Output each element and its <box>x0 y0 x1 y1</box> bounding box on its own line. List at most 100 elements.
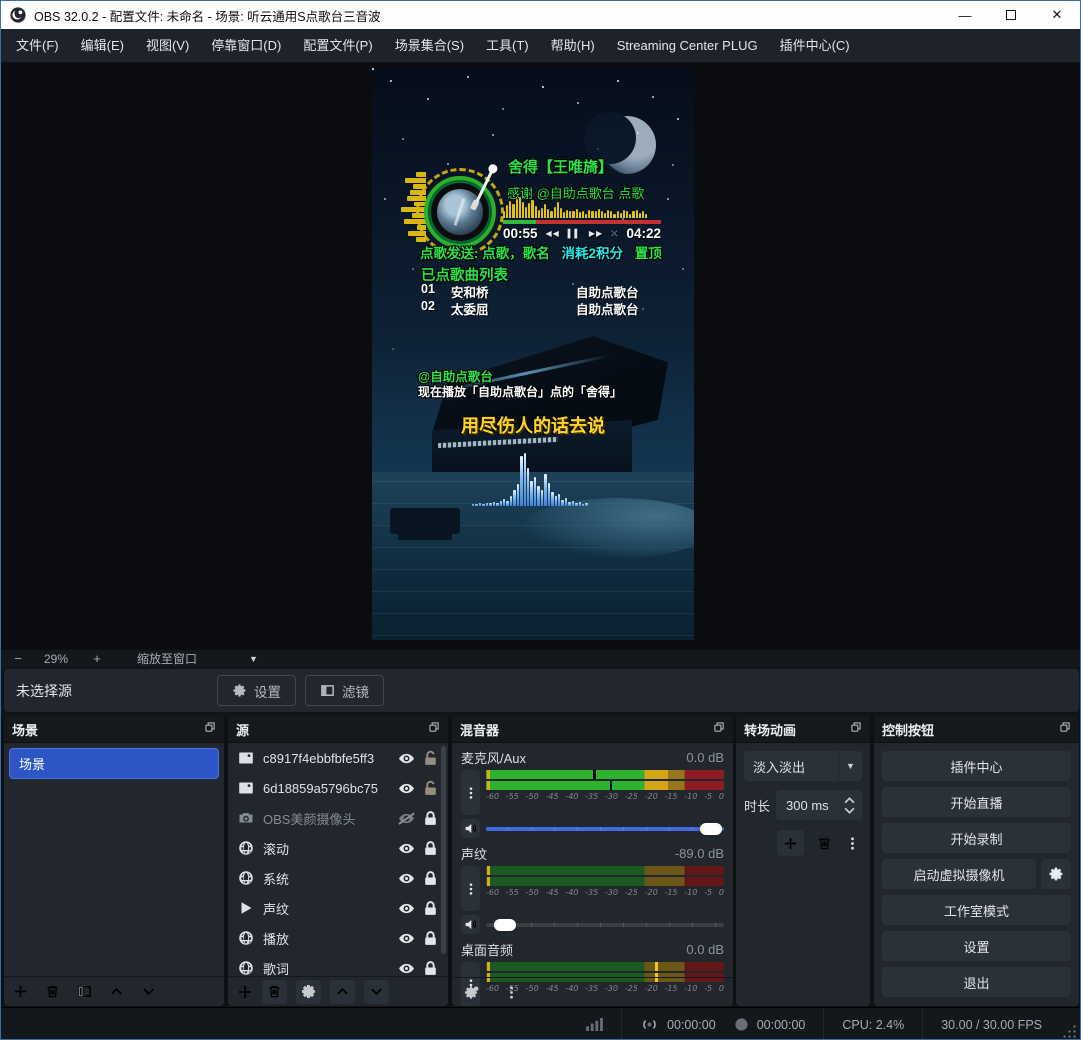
add-source-icon[interactable] <box>237 984 253 1000</box>
window-title: OBS 32.0.2 - 配置文件: 未命名 - 场景: 听云通用S点歌台三音波 <box>34 6 381 25</box>
shuffle-icon: ⤫ <box>611 229 618 239</box>
lock-icon[interactable] <box>418 870 442 887</box>
move-source-down-button[interactable] <box>364 980 389 1004</box>
mute-button[interactable] <box>461 915 480 934</box>
move-source-up-button[interactable] <box>330 980 355 1004</box>
spin-down-icon[interactable] <box>844 807 855 814</box>
menu-item[interactable]: 插件中心(C) <box>769 29 861 63</box>
menu-item[interactable]: 停靠窗口(D) <box>200 29 292 63</box>
audio-spectrum <box>503 196 647 218</box>
source-row[interactable]: 滚动 <box>228 833 448 863</box>
move-scene-up-icon[interactable] <box>109 984 124 999</box>
source-row[interactable]: OBS美颜摄像头 <box>228 803 448 833</box>
menu-item[interactable]: 帮助(H) <box>540 29 606 63</box>
visibility-toggle-hidden[interactable] <box>394 810 418 827</box>
obs-logo-icon <box>10 7 26 23</box>
volume-slider[interactable] <box>486 822 724 835</box>
source-properties-button[interactable] <box>296 980 321 1004</box>
visibility-toggle[interactable] <box>394 960 418 977</box>
menu-item[interactable]: 编辑(E) <box>70 29 135 63</box>
sources-scrollbar[interactable] <box>441 746 446 954</box>
scene-list-item[interactable]: 场景 <box>9 748 219 779</box>
lock-icon[interactable] <box>418 900 442 917</box>
settings-button[interactable]: 设置 <box>882 931 1071 961</box>
playlist-row: 02 太委屈 自助点歌台 <box>421 299 661 318</box>
mixer-channel-mic: 麦克风/Aux 0.0 dB -60-55-50-45-40-35-30-25-… <box>452 743 733 839</box>
mixer-header[interactable]: 混音器 <box>452 716 733 743</box>
mute-button[interactable] <box>461 819 480 838</box>
source-row[interactable]: 声纹 <box>228 893 448 923</box>
unlock-icon[interactable] <box>418 780 442 797</box>
popout-icon[interactable] <box>204 720 216 738</box>
start-streaming-button[interactable]: 开始直播 <box>882 787 1071 817</box>
visibility-toggle[interactable] <box>394 750 418 767</box>
menu-item[interactable]: 视图(V) <box>135 29 200 63</box>
scenes-header[interactable]: 场景 <box>4 716 224 743</box>
popout-icon[interactable] <box>1059 720 1071 738</box>
popout-icon[interactable] <box>713 720 725 738</box>
visibility-toggle[interactable] <box>394 930 418 947</box>
filters-button[interactable]: 滤镜 <box>305 675 384 706</box>
add-transition-button[interactable] <box>777 830 804 856</box>
move-scene-down-icon[interactable] <box>141 984 156 999</box>
minimize-button[interactable]: — <box>942 1 988 29</box>
source-row[interactable]: 歌词 <box>228 953 448 976</box>
lock-icon[interactable] <box>418 960 442 977</box>
studio-mode-button[interactable]: 工作室模式 <box>882 895 1071 925</box>
remove-scene-icon[interactable] <box>45 984 60 999</box>
add-scene-icon[interactable] <box>13 984 28 999</box>
zoom-fit-arrow-icon[interactable]: ▼ <box>249 654 258 664</box>
visibility-toggle[interactable] <box>394 840 418 857</box>
properties-button[interactable]: 设置 <box>217 675 296 706</box>
exit-button[interactable]: 退出 <box>882 967 1071 997</box>
source-row[interactable]: 系统 <box>228 863 448 893</box>
vu-meter <box>486 781 724 790</box>
zoom-out-button[interactable]: − <box>1 651 35 666</box>
virtual-camera-settings-button[interactable] <box>1041 859 1071 889</box>
plugin-center-button[interactable]: 插件中心 <box>882 751 1071 781</box>
source-row[interactable]: c8917f4ebbfbfe5ff3 <box>228 743 448 773</box>
zoom-fit-dropdown[interactable]: 缩放至窗口 <box>137 650 197 667</box>
channel-menu-button[interactable] <box>461 770 480 815</box>
media-source-icon <box>238 900 254 916</box>
lock-icon[interactable] <box>418 840 442 857</box>
transitions-header[interactable]: 转场动画 <box>736 716 870 743</box>
visibility-toggle[interactable] <box>394 780 418 797</box>
sources-header[interactable]: 源 <box>228 716 448 743</box>
preview-area[interactable]: 舍得【王唯旖】 感谢 @自助点歌台 点歌 00:55 ◀◀ ▌▌ ▶▶ ⤫ 04… <box>1 63 1080 649</box>
menu-item[interactable]: 场景集合(S) <box>384 29 475 63</box>
zoom-in-button[interactable]: + <box>77 651 117 666</box>
maximize-button[interactable] <box>988 1 1034 29</box>
close-button[interactable]: ✕ <box>1034 1 1080 29</box>
controls-header[interactable]: 控制按钮 <box>874 716 1079 743</box>
unlock-icon[interactable] <box>418 750 442 767</box>
menu-item[interactable]: 配置文件(P) <box>292 29 383 63</box>
visibility-toggle[interactable] <box>394 870 418 887</box>
menu-item[interactable]: 工具(T) <box>475 29 540 63</box>
volume-slider[interactable] <box>486 918 724 931</box>
resize-grip-icon[interactable] <box>1062 1024 1076 1038</box>
status-bar: 00:00:00 00:00:00 CPU: 2.4% 30.00 / 30.0… <box>1 1007 1080 1040</box>
mixer-menu-icon[interactable] <box>504 985 519 1000</box>
duration-spinner[interactable]: 300 ms <box>776 790 862 820</box>
channel-menu-button[interactable] <box>461 866 480 911</box>
start-recording-button[interactable]: 开始录制 <box>882 823 1071 853</box>
popout-icon[interactable] <box>428 720 440 738</box>
visibility-toggle[interactable] <box>394 900 418 917</box>
popout-icon[interactable] <box>850 720 862 738</box>
scene-filters-icon[interactable] <box>77 984 92 999</box>
source-row[interactable]: 播放 <box>228 923 448 953</box>
start-virtual-camera-button[interactable]: 启动虚拟摄像机 <box>882 859 1036 889</box>
lock-icon[interactable] <box>418 930 442 947</box>
lock-icon[interactable] <box>418 810 442 827</box>
video-canvas[interactable]: 舍得【王唯旖】 感谢 @自助点歌台 点歌 00:55 ◀◀ ▌▌ ▶▶ ⤫ 04… <box>372 68 694 640</box>
source-row[interactable]: 6d18859a5796bc75 <box>228 773 448 803</box>
transition-select[interactable]: 淡入淡出 ▼ <box>744 751 862 781</box>
transition-menu-icon[interactable] <box>845 836 860 851</box>
remove-source-button[interactable] <box>262 980 287 1004</box>
remove-transition-icon[interactable] <box>817 836 832 851</box>
menu-item[interactable]: Streaming Center PLUG <box>606 29 769 63</box>
menu-item[interactable]: 文件(F) <box>5 29 70 63</box>
spin-up-icon[interactable] <box>844 797 855 804</box>
advanced-audio-icon[interactable] <box>462 985 480 1000</box>
